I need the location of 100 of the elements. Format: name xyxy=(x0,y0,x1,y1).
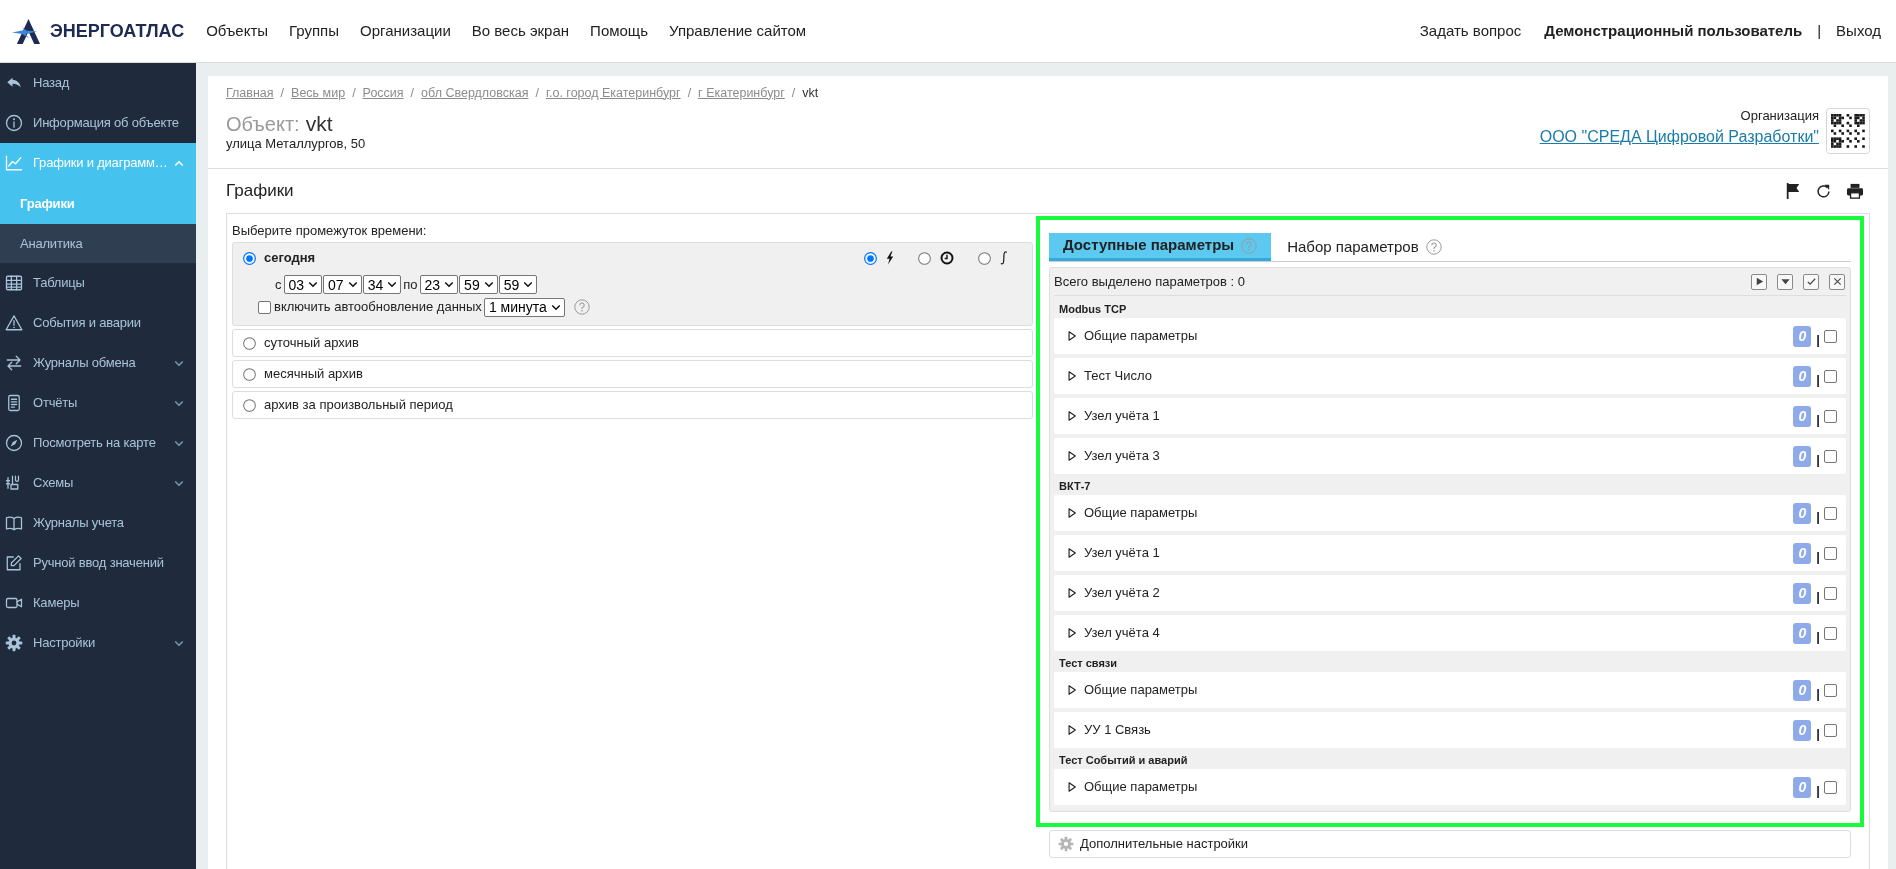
separator: | xyxy=(1816,686,1820,701)
minute-select[interactable]: 59 xyxy=(459,275,498,294)
user-name-link[interactable]: Демонстрационный пользователь xyxy=(1544,19,1803,43)
triangle-right-icon[interactable] xyxy=(1067,410,1077,422)
triangle-right-icon[interactable] xyxy=(1067,507,1077,519)
row-checkbox[interactable] xyxy=(1824,546,1837,560)
hour-select[interactable]: 23 xyxy=(419,275,459,294)
extra-settings-button[interactable]: Дополнительные настройки xyxy=(1049,830,1851,858)
parameter-row[interactable]: Общие параметры 0 | xyxy=(1054,672,1846,708)
row-checkbox[interactable] xyxy=(1824,369,1837,383)
triangle-right-icon[interactable] xyxy=(1067,547,1077,559)
nav-link[interactable]: Объекты xyxy=(206,19,269,43)
second-select[interactable]: 34 xyxy=(362,275,402,294)
time-range-option[interactable]: месячный архив xyxy=(232,360,1033,388)
time-range-prompt: Выберите промежуток времени: xyxy=(232,223,428,239)
breadcrumb-link[interactable]: г.о. город Екатеринбург xyxy=(545,83,681,103)
sidebar-item[interactable]: Камеры xyxy=(0,583,196,623)
triangle-right-icon[interactable] xyxy=(1067,684,1077,696)
sidebar-item[interactable]: Журналы учета xyxy=(0,503,196,543)
row-checkbox[interactable] xyxy=(1824,409,1837,423)
triangle-right-icon[interactable] xyxy=(1067,330,1077,342)
refresh-icon[interactable] xyxy=(1816,183,1831,199)
breadcrumb-link[interactable]: обл Свердловская xyxy=(421,83,529,103)
nav-link[interactable]: Помощь xyxy=(590,19,649,43)
triangle-right-icon[interactable] xyxy=(1067,627,1077,639)
second-select[interactable]: 59 xyxy=(498,275,538,294)
parameter-row[interactable]: Узел учёта 1 0 | xyxy=(1054,535,1846,571)
sidebar-item[interactable]: События и аварии xyxy=(0,303,196,343)
triangle-right-icon[interactable] xyxy=(1067,587,1077,599)
radio-button[interactable] xyxy=(243,336,256,350)
triangle-right-icon[interactable] xyxy=(1067,450,1077,462)
row-checkbox[interactable] xyxy=(1824,723,1837,737)
row-checkbox[interactable] xyxy=(1824,780,1837,794)
toolbar-button[interactable] xyxy=(1803,273,1819,290)
parameter-label: УУ 1 Связь xyxy=(1084,721,1151,740)
flag-icon[interactable] xyxy=(1785,182,1801,200)
separator: | xyxy=(1816,372,1820,387)
sidebar-item[interactable]: Настройки xyxy=(0,623,196,663)
breadcrumb-link[interactable]: Весь мир xyxy=(291,83,346,103)
nav-link[interactable]: Управление сайтом xyxy=(669,19,807,43)
row-checkbox[interactable] xyxy=(1824,626,1837,640)
parameter-row[interactable]: Узел учёта 4 0 | xyxy=(1054,615,1846,651)
object-address: улица Металлургов, 50 xyxy=(226,136,367,152)
row-checkbox[interactable] xyxy=(1824,586,1837,600)
row-checkbox[interactable] xyxy=(1824,449,1837,463)
nav-link[interactable]: Организации xyxy=(360,19,451,43)
triangle-right-icon[interactable] xyxy=(1067,370,1077,382)
toolbar-button[interactable] xyxy=(1829,273,1845,290)
interval-select[interactable]: 1 минута xyxy=(483,297,565,317)
toolbar-button[interactable] xyxy=(1777,273,1793,290)
sidebar-item[interactable]: Таблицы xyxy=(0,263,196,303)
sidebar-item[interactable]: Ручной ввод значений xyxy=(0,543,196,583)
organization-link[interactable]: ООО "СРЕДА Цифровой Разработки" xyxy=(1539,126,1819,148)
time-range-option[interactable]: архив за произвольный период xyxy=(232,391,1033,419)
radio-button[interactable] xyxy=(864,251,877,265)
parameter-row[interactable]: Узел учёта 2 0 | xyxy=(1054,575,1846,611)
sidebar-item[interactable]: Назад xyxy=(0,63,196,103)
row-checkbox[interactable] xyxy=(1824,683,1837,697)
sidebar-item[interactable]: Отчёты xyxy=(0,383,196,423)
autoupdate-checkbox[interactable] xyxy=(258,300,271,314)
sidebar-item[interactable]: Информация об объекте xyxy=(0,103,196,143)
header-link[interactable]: Выход xyxy=(1836,19,1881,43)
sidebar-subitem[interactable]: Аналитика xyxy=(0,224,196,263)
parameter-row[interactable]: Общие параметры 0 | xyxy=(1054,495,1846,531)
toolbar-button[interactable] xyxy=(1751,273,1767,290)
radio-button[interactable] xyxy=(243,398,256,412)
parameter-row[interactable]: Тест Число 0 | xyxy=(1054,358,1846,394)
logo-link[interactable]: ЭНЕРГОАТЛАС xyxy=(12,17,185,45)
row-checkbox[interactable] xyxy=(1824,506,1837,520)
triangle-right-icon[interactable] xyxy=(1067,724,1077,736)
radio-button[interactable] xyxy=(978,251,991,265)
radio-button[interactable] xyxy=(918,251,931,265)
row-checkbox[interactable] xyxy=(1824,329,1837,343)
print-icon[interactable] xyxy=(1846,183,1864,199)
sidebar-item[interactable]: Схемы xyxy=(0,463,196,503)
hour-select[interactable]: 03 xyxy=(283,275,323,294)
radio-button[interactable] xyxy=(243,367,256,381)
sidebar-item[interactable]: Журналы обмена xyxy=(0,343,196,383)
parameter-row[interactable]: Узел учёта 1 0 | xyxy=(1054,398,1846,434)
header-link[interactable]: Задать вопрос xyxy=(1419,19,1522,43)
breadcrumb-link[interactable]: г Екатеринбург xyxy=(698,83,785,103)
time-range-option[interactable]: суточный архив xyxy=(232,329,1033,357)
triangle-right-icon[interactable] xyxy=(1067,781,1077,793)
tab[interactable]: Доступные параметры xyxy=(1049,233,1272,261)
time-range-option[interactable]: сегодня с 03 07 34 по 23 59 59 включить автообновление данных 1 минута xyxy=(232,242,1033,326)
parameter-row[interactable]: УУ 1 Связь 0 | xyxy=(1054,712,1846,748)
tab[interactable]: Набор параметров xyxy=(1271,233,1458,261)
nav-link[interactable]: Во весь экран xyxy=(471,19,570,43)
breadcrumb-link[interactable]: Россия xyxy=(362,83,404,103)
parameter-row[interactable]: Общие параметры 0 | xyxy=(1054,769,1846,805)
parameter-row[interactable]: Узел учёта 3 0 | xyxy=(1054,438,1846,474)
minute-select[interactable]: 07 xyxy=(323,275,362,294)
parameter-row[interactable]: Общие параметры 0 | xyxy=(1054,318,1846,354)
integral-icon xyxy=(1000,250,1008,266)
nav-link[interactable]: Группы xyxy=(289,19,340,43)
qr-code-icon xyxy=(1826,108,1870,154)
parameter-label: Узел учёта 3 xyxy=(1084,447,1160,466)
sidebar-item[interactable]: Посмотреть на карте xyxy=(0,423,196,463)
radio-button[interactable] xyxy=(243,251,256,265)
count-badge: 0 xyxy=(1793,622,1812,644)
